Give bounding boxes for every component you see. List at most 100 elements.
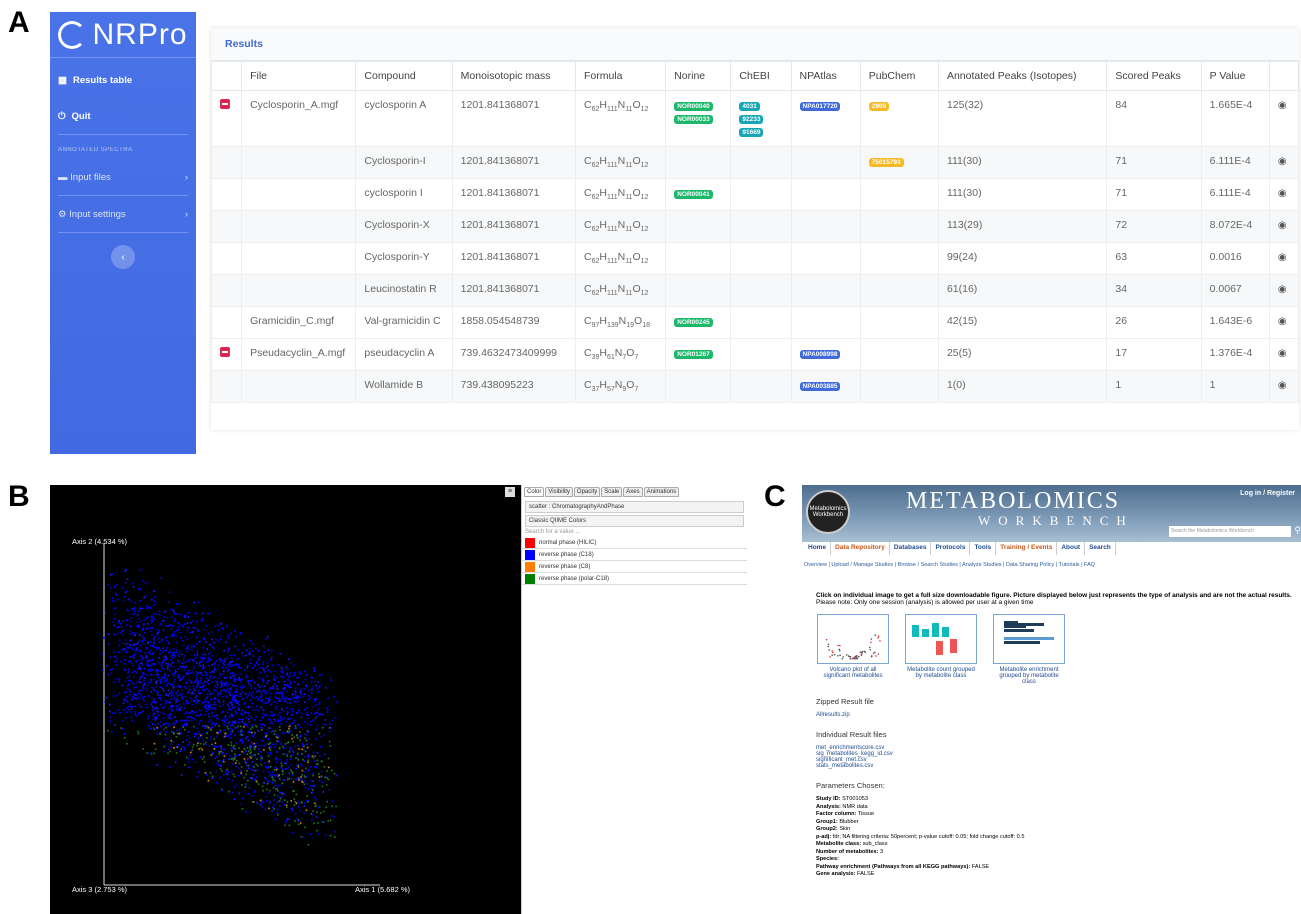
table-row[interactable]: Cyclosporin_A.mgf cyclosporin A 1201.84136… bbox=[210, 90, 1300, 147]
eye-icon[interactable]: ◉ bbox=[1278, 100, 1287, 111]
tab-visibility[interactable]: Visibility bbox=[545, 487, 573, 497]
column-header[interactable]: Formula bbox=[574, 61, 667, 91]
zip-download-link[interactable]: Allresults.zip bbox=[816, 712, 1296, 718]
scatter-select[interactable]: scatter : ChromatographyAndPhase bbox=[525, 501, 744, 513]
file-cell: Pseudacyclin_A.mgf bbox=[241, 338, 357, 371]
column-header[interactable]: File bbox=[241, 61, 357, 91]
chebi-badge[interactable]: 92233 bbox=[739, 115, 764, 124]
sidebar-item-results-table[interactable]: ▦ Results table bbox=[50, 62, 196, 98]
nav-protocols[interactable]: Protocols bbox=[931, 542, 971, 555]
sidebar-item-quit[interactable]: ⏻ Quit bbox=[50, 98, 196, 134]
eye-icon[interactable]: ◉ bbox=[1278, 284, 1287, 295]
thumbnail-image[interactable] bbox=[905, 614, 977, 664]
column-header[interactable]: Scored Peaks bbox=[1106, 61, 1202, 91]
eye-icon[interactable]: ◉ bbox=[1278, 252, 1287, 263]
chebi-badge[interactable]: 4031 bbox=[739, 102, 760, 111]
table-row[interactable]: Cyclosporin-Y 1201.841368071 C62H111N11O12… bbox=[210, 242, 1300, 275]
legend-item[interactable]: reverse phase (polar-C18) bbox=[522, 573, 747, 585]
color-swatch[interactable] bbox=[525, 573, 535, 584]
colormap-select[interactable]: Classic QIIME Colors bbox=[525, 515, 744, 527]
eye-icon[interactable]: ◉ bbox=[1278, 348, 1287, 359]
color-swatch[interactable] bbox=[525, 561, 535, 572]
site-search-input[interactable]: Search the Metabolomics Workbench bbox=[1169, 526, 1291, 537]
npatlas-badge[interactable]: NPA008998 bbox=[799, 350, 841, 359]
table-row[interactable]: Gramicidin_C.mgf Val-gramicidin C 1858.054… bbox=[210, 306, 1300, 339]
nav-databases[interactable]: Databases bbox=[889, 542, 932, 555]
eye-icon[interactable]: ◉ bbox=[1278, 156, 1287, 167]
npatlas-badge[interactable]: NPA017720 bbox=[799, 102, 841, 111]
thumbnail-image[interactable] bbox=[993, 614, 1065, 664]
sidebar-item-input-files[interactable]: ▬ Input files › bbox=[50, 159, 196, 195]
norine-badge[interactable]: NOR00245 bbox=[674, 318, 713, 327]
menu-icon[interactable]: ≡ bbox=[505, 487, 515, 497]
parameter-row: Number of metabolites: 3 bbox=[816, 849, 1296, 857]
column-header[interactable]: Annotated Peaks (Isotopes) bbox=[937, 61, 1108, 91]
pubchem-badge[interactable]: 2909 bbox=[868, 102, 890, 111]
collapse-sidebar-button[interactable]: ‹ bbox=[111, 245, 135, 269]
column-header[interactable]: PubChem bbox=[859, 61, 939, 91]
eye-icon[interactable]: ◉ bbox=[1278, 188, 1287, 199]
column-header[interactable]: Compound bbox=[355, 61, 453, 91]
table-row[interactable]: Cyclosporin-I 1201.841368071 C62H111N11O12… bbox=[210, 146, 1300, 179]
nav-search[interactable]: Search bbox=[1085, 542, 1116, 555]
norine-badge[interactable]: NOR00041 bbox=[674, 190, 713, 199]
table-row[interactable]: Leucinostatin R 1201.841368071 C62H111N11O… bbox=[210, 274, 1300, 307]
table-row[interactable]: Pseudacyclin_A.mgf pseudacyclin A 739.4632… bbox=[210, 338, 1300, 371]
norine-badge[interactable]: NOR00040 bbox=[674, 102, 713, 111]
legend-item[interactable]: normal phase (HILIC) bbox=[522, 537, 747, 549]
table-row[interactable]: cyclosporin I 1201.841368071 C62H111N11O12… bbox=[210, 178, 1300, 211]
value-search-input[interactable]: Search for a value ... bbox=[525, 529, 744, 535]
column-header[interactable]: ChEBI bbox=[730, 61, 792, 91]
legend-item[interactable]: reverse phase (C8) bbox=[522, 561, 747, 573]
column-header[interactable]: Norine bbox=[665, 61, 732, 91]
npatlas-badge[interactable]: NPA003885 bbox=[799, 382, 841, 391]
color-swatch[interactable] bbox=[525, 537, 535, 548]
tab-opacity[interactable]: Opacity bbox=[573, 487, 601, 497]
nav-home[interactable]: Home bbox=[804, 542, 832, 555]
sidebar-item-input-settings[interactable]: ⚙ Input settings › bbox=[50, 196, 196, 232]
collapse-row-icon[interactable] bbox=[220, 99, 230, 109]
nav-about[interactable]: About bbox=[1057, 542, 1086, 555]
norine-badge[interactable]: NOR01267 bbox=[674, 350, 713, 359]
eye-icon[interactable]: ◉ bbox=[1278, 316, 1287, 327]
eye-icon[interactable]: ◉ bbox=[1278, 380, 1287, 391]
color-swatch[interactable] bbox=[525, 549, 535, 560]
chebi-badge[interactable]: 91669 bbox=[739, 128, 764, 137]
search-icon[interactable]: ⚲ bbox=[1294, 525, 1301, 536]
pcoa-scatter-plot[interactable]: Axis 2 (4.534 %) Axis 3 (2.753 %) Axis 1… bbox=[50, 485, 521, 914]
scatter-canvas[interactable] bbox=[50, 485, 521, 914]
column-header[interactable]: P Value bbox=[1200, 61, 1270, 91]
nav-tools[interactable]: Tools bbox=[970, 542, 997, 555]
thumbnail-image[interactable] bbox=[817, 614, 889, 664]
analysis-thumbnail[interactable]: Metabolite enrichment grouped by metabol… bbox=[992, 614, 1066, 685]
pubchem-badge[interactable]: 75015793 bbox=[868, 158, 904, 167]
tab-color[interactable]: Color bbox=[524, 487, 545, 497]
pubchem-cell bbox=[859, 242, 939, 275]
nav-training-events[interactable]: Training / Events bbox=[996, 542, 1058, 555]
column-header[interactable]: NPAtlas bbox=[790, 61, 861, 91]
column-header-view bbox=[1268, 61, 1300, 91]
tab-scale[interactable]: Scale bbox=[601, 487, 623, 497]
result-file-link[interactable]: stats_metabolites.csv bbox=[816, 763, 1296, 769]
nav-data-repository[interactable]: Data Repository bbox=[831, 542, 890, 555]
collapse-row-icon[interactable] bbox=[220, 347, 230, 357]
sub-nav[interactable]: Overview | Upload / Manage Studies | Bro… bbox=[804, 562, 1095, 568]
row-toggle-cell bbox=[210, 338, 243, 371]
legend-item[interactable]: reverse phase (C18) bbox=[522, 549, 747, 561]
tab-axes[interactable]: Axes bbox=[623, 487, 643, 497]
login-link[interactable]: Log in / Register bbox=[1240, 490, 1295, 497]
table-row[interactable]: Wollamide B 739.438095223 C37H57N9O7 NPA003… bbox=[210, 370, 1300, 403]
eye-icon[interactable]: ◉ bbox=[1278, 220, 1287, 231]
nrpro-panel: NRPro ▦ Results table ⏻ Quit ANNOTATED S… bbox=[0, 0, 1301, 460]
workbench-content: Click on individual image to get a full … bbox=[816, 592, 1296, 879]
workbench-banner: Metabolomics Workbench METABOLOMICS WORK… bbox=[802, 485, 1301, 542]
norine-badge[interactable]: NOR00033 bbox=[674, 115, 713, 124]
workbench-seal-logo[interactable]: Metabolomics Workbench bbox=[806, 490, 850, 534]
column-header[interactable]: Monoisotopic mass bbox=[451, 61, 576, 91]
analysis-thumbnail[interactable]: Metabolite count grouped by metabolite c… bbox=[904, 614, 978, 685]
analysis-thumbnail[interactable]: Volcano plot of all significant metaboli… bbox=[816, 614, 890, 685]
parameter-key: Group1: bbox=[816, 818, 838, 825]
tab-animations[interactable]: Animations bbox=[643, 487, 680, 497]
table-row[interactable]: Cyclosporin-X 1201.841368071 C62H111N11O12… bbox=[210, 210, 1300, 243]
parameter-row: p-adj: fdr; NA filtering criteria: 50per… bbox=[816, 834, 1296, 842]
